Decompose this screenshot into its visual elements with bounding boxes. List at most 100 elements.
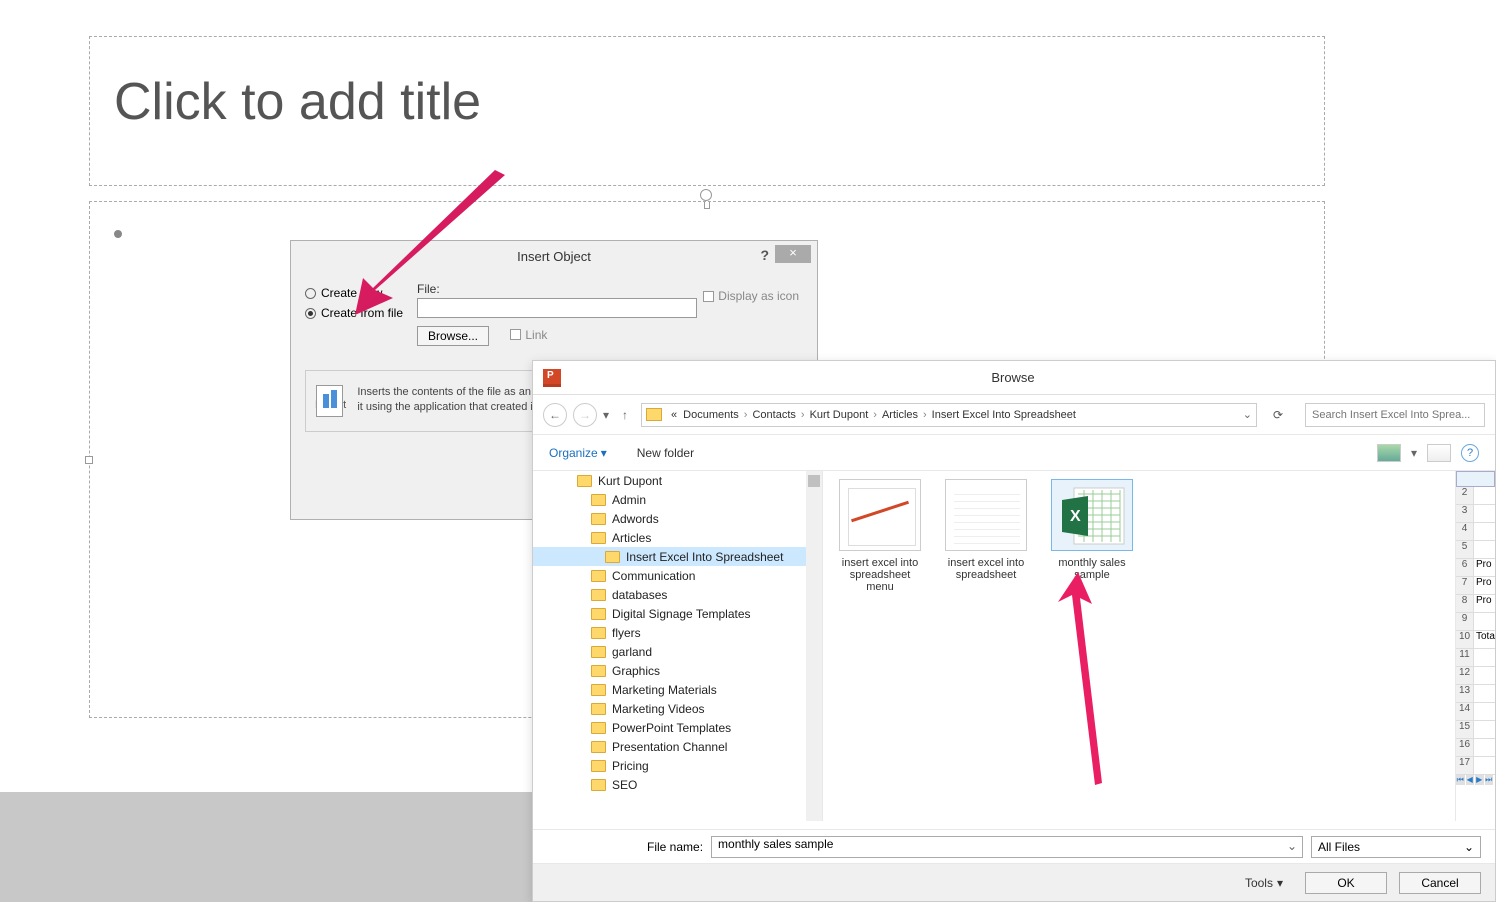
link-checkbox[interactable]: Link <box>510 328 547 342</box>
preview-row: 5 <box>1456 541 1495 559</box>
tree-item-label: garland <box>612 645 652 659</box>
tree-item[interactable]: Adwords <box>533 509 822 528</box>
browse-titlebar: Browse <box>533 361 1495 395</box>
cancel-button[interactable]: Cancel <box>1399 872 1481 894</box>
bullet-icon <box>114 230 122 238</box>
crumb[interactable]: « <box>668 409 680 421</box>
view-options-button[interactable] <box>1377 444 1401 462</box>
file-item[interactable]: insert excel into spreadsheet <box>941 479 1031 581</box>
tree-item[interactable]: Pricing <box>533 756 822 775</box>
tree-item[interactable]: Marketing Materials <box>533 680 822 699</box>
tree-item[interactable]: Insert Excel Into Spreadsheet <box>533 547 822 566</box>
breadcrumb-bar[interactable]: « Documents› Contacts› Kurt Dupont› Arti… <box>641 403 1257 427</box>
help-button[interactable]: ? <box>1461 444 1479 462</box>
folder-icon <box>591 760 606 772</box>
tree-item[interactable]: Articles <box>533 528 822 547</box>
tree-item[interactable]: Communication <box>533 566 822 585</box>
display-as-icon-checkbox[interactable]: Display as icon <box>703 289 799 303</box>
preview-row: 8Pro <box>1456 595 1495 613</box>
file-item[interactable]: Xmonthly sales sample <box>1047 479 1137 581</box>
row-number: 14 <box>1456 703 1474 720</box>
cell-value <box>1474 667 1495 684</box>
radio-icon <box>305 308 316 319</box>
cell-value <box>1474 613 1495 630</box>
view-dropdown[interactable]: ▾ <box>1411 446 1417 460</box>
resize-handle-left[interactable] <box>85 456 93 464</box>
dropdown-icon: ⌄ <box>1464 840 1474 854</box>
up-button[interactable]: ↑ <box>615 405 635 425</box>
folder-icon <box>591 532 606 544</box>
scrollbar[interactable] <box>806 471 822 821</box>
preview-pane: 23456Pro7Pro8Pro910Tota11121314151617 ⏮◀… <box>1455 471 1495 821</box>
crumb[interactable]: Kurt Dupont <box>807 409 872 421</box>
tree-item[interactable]: flyers <box>533 623 822 642</box>
browse-dialog: Browse ← → ▾ ↑ « Documents› Contacts› Ku… <box>532 360 1496 902</box>
file-name-label: insert excel into spreadsheet menu <box>835 557 925 593</box>
forward-button[interactable]: → <box>573 403 597 427</box>
preview-sheet-nav[interactable]: ⏮◀▶⏭ <box>1456 775 1495 789</box>
file-path-input[interactable] <box>417 298 697 318</box>
dialog-buttons: Tools▾ OK Cancel <box>533 863 1495 901</box>
radio-create-new[interactable]: Create new <box>305 286 405 300</box>
history-dropdown[interactable]: ▾ <box>603 408 609 422</box>
browse-button[interactable]: Browse... <box>417 326 489 346</box>
preview-row: 3 <box>1456 505 1495 523</box>
crumb[interactable]: Insert Excel Into Spreadsheet <box>929 409 1079 421</box>
crumb[interactable]: Contacts <box>749 409 798 421</box>
folder-tree[interactable]: Kurt DupontAdminAdwords Articles Insert Ex… <box>533 471 823 821</box>
preview-row: 11 <box>1456 649 1495 667</box>
file-filter-select[interactable]: All Files ⌄ <box>1311 836 1481 858</box>
folder-icon <box>591 608 606 620</box>
tools-button[interactable]: Tools▾ <box>1245 876 1283 890</box>
tree-item[interactable]: Kurt Dupont <box>533 471 822 490</box>
sheet-thumbnail-icon <box>945 479 1027 551</box>
radio-create-from-file[interactable]: Create from file <box>305 306 405 320</box>
row-number: 9 <box>1456 613 1474 630</box>
tree-item[interactable]: databases <box>533 585 822 604</box>
radio-label: Create from file <box>321 306 403 320</box>
tree-item[interactable]: Digital Signage Templates <box>533 604 822 623</box>
folder-icon <box>591 646 606 658</box>
preview-row: 4 <box>1456 523 1495 541</box>
result-icon <box>316 385 343 417</box>
tree-item-label: databases <box>612 588 667 602</box>
help-button[interactable]: ? <box>760 247 769 263</box>
tree-item[interactable]: PowerPoint Templates <box>533 718 822 737</box>
new-folder-button[interactable]: New folder <box>637 446 694 460</box>
cell-value <box>1474 541 1495 558</box>
row-number: 11 <box>1456 649 1474 666</box>
file-name-value: monthly sales sample <box>718 837 833 851</box>
search-input[interactable] <box>1305 403 1485 427</box>
back-button[interactable]: ← <box>543 403 567 427</box>
slide-title-placeholder[interactable]: Click to add title <box>89 36 1325 186</box>
folder-icon <box>591 703 606 715</box>
file-item[interactable]: insert excel into spreadsheet menu <box>835 479 925 593</box>
tree-item[interactable]: SEO <box>533 775 822 794</box>
close-button[interactable]: × <box>775 245 811 263</box>
radio-label: Create new <box>321 286 382 300</box>
tree-item[interactable]: Admin <box>533 490 822 509</box>
refresh-button[interactable]: ⟳ <box>1267 404 1289 426</box>
rotation-handle[interactable] <box>700 189 712 201</box>
file-list[interactable]: insert excel into spreadsheet menu insert… <box>823 471 1495 821</box>
tree-item[interactable]: garland <box>533 642 822 661</box>
tree-item[interactable]: Presentation Channel <box>533 737 822 756</box>
breadcrumb-dropdown[interactable]: ⌄ <box>1243 408 1252 421</box>
row-number: 3 <box>1456 505 1474 522</box>
folder-icon <box>591 494 606 506</box>
checkbox-icon <box>510 329 521 340</box>
powerpoint-icon <box>543 369 561 387</box>
tree-item[interactable]: Graphics <box>533 661 822 680</box>
crumb[interactable]: Documents <box>680 409 742 421</box>
dialog-title: Insert Object <box>517 249 591 264</box>
preview-row: 7Pro <box>1456 577 1495 595</box>
organize-button[interactable]: Organize▾ <box>549 446 607 460</box>
preview-row: 17 <box>1456 757 1495 775</box>
ok-button[interactable]: OK <box>1305 872 1387 894</box>
tree-item-label: Articles <box>612 531 651 545</box>
tree-item[interactable]: Marketing Videos <box>533 699 822 718</box>
file-name-input[interactable]: monthly sales sample ⌄ <box>711 836 1303 858</box>
crumb[interactable]: Articles <box>879 409 921 421</box>
preview-pane-button[interactable] <box>1427 444 1451 462</box>
dropdown-icon[interactable]: ⌄ <box>1284 839 1300 855</box>
